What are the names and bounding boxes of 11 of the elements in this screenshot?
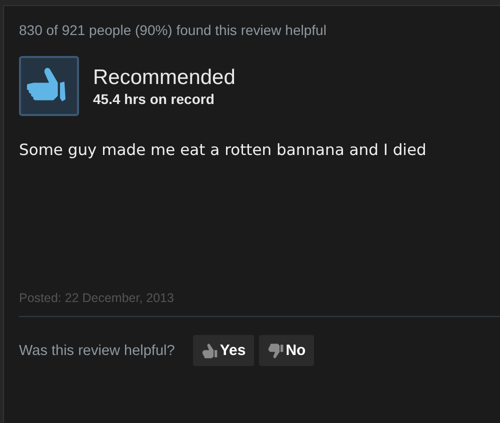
no-button[interactable]: No xyxy=(258,335,314,366)
thumbs-down-icon xyxy=(266,342,285,360)
review-text: Some guy made me eat a rotten bannana and I died xyxy=(19,141,428,161)
verdict-title: Recommended xyxy=(93,66,236,90)
posted-date: Posted: 22 December, 2013 xyxy=(19,291,175,305)
helpful-question: Was this review helpful? xyxy=(19,342,175,358)
hours-on-record: 45.4 hrs on record xyxy=(93,90,216,106)
thumbs-up-icon xyxy=(19,56,79,116)
thumbs-up-icon xyxy=(200,342,219,360)
helpful-summary: 830 of 921 people (90%) found this review helpful xyxy=(19,22,328,38)
yes-button[interactable]: Yes xyxy=(192,335,254,366)
